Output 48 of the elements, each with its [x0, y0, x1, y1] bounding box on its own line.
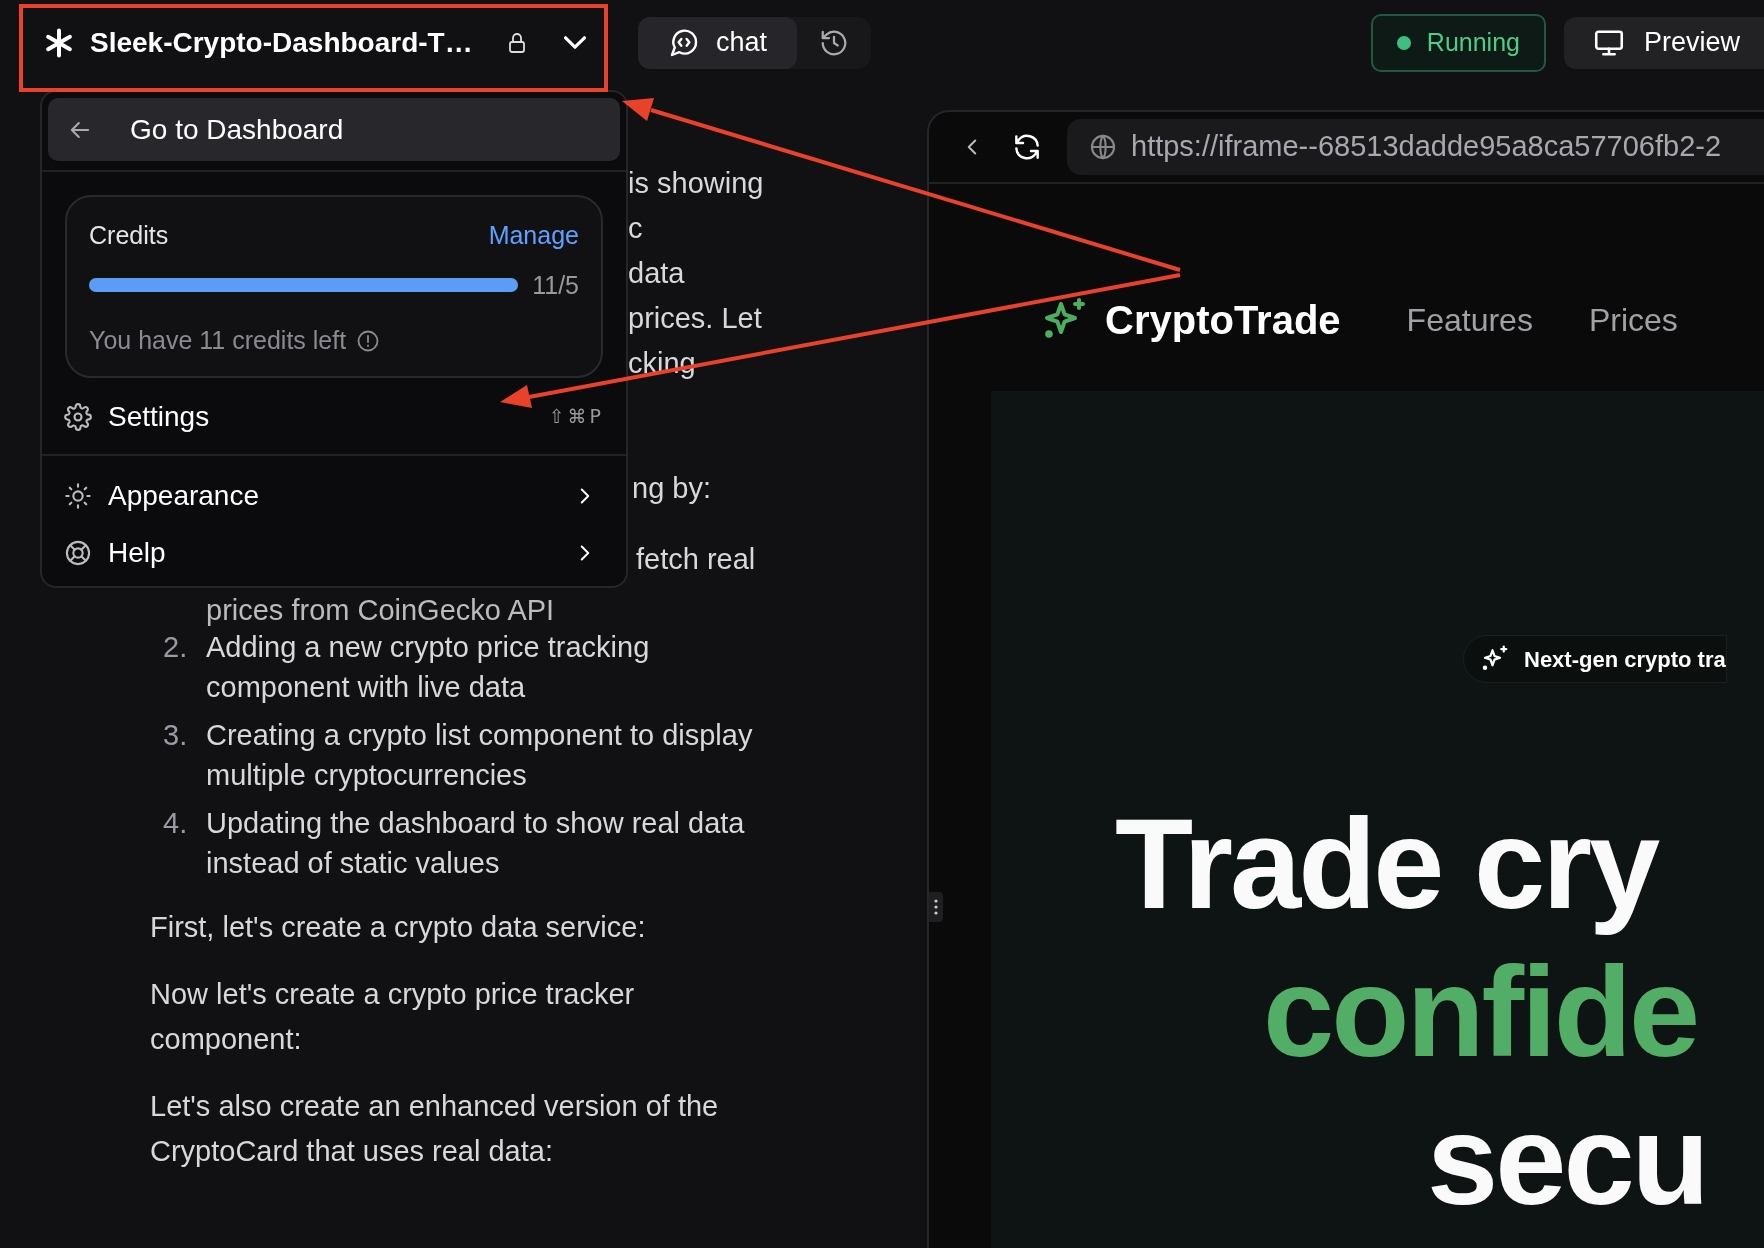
chat-tab[interactable]: chat — [638, 16, 798, 69]
hero-heading-line: confide — [1263, 939, 1698, 1085]
info-icon — [356, 328, 381, 353]
credits-label: Credits — [89, 220, 169, 251]
preview-button[interactable]: Preview — [1563, 16, 1764, 69]
list-item-text: prices from CoinGecko API — [206, 593, 555, 627]
asterisk-icon — [44, 27, 74, 58]
chevron-down-icon — [564, 36, 586, 49]
nav-link[interactable]: Prices — [1588, 296, 1678, 344]
project-title: Sleek-Crypto-Dashboard-T… — [90, 25, 473, 60]
menu-item[interactable]: Settings ⇧⌘P — [42, 393, 626, 440]
message-text: ng by: — [632, 471, 711, 506]
dots-icon — [934, 899, 938, 915]
sun-icon — [64, 482, 92, 510]
list-number: 2. — [163, 630, 189, 665]
message-text: Now let's create a crypto price tracker component: — [150, 977, 636, 1057]
menu-item[interactable]: Help — [42, 524, 626, 582]
message-text: is showing — [628, 166, 765, 201]
list-item-text: Adding a new crypto price tracking component with live data — [206, 630, 651, 705]
hero-heading-line: Trade cry — [1115, 791, 1658, 937]
gear-icon — [64, 402, 92, 431]
message-text: First, let's create a crypto data service: — [150, 910, 647, 945]
list-item-text: Creating a crypto list component to display multiple cryptocurrencies — [206, 718, 754, 793]
status-badge: Running — [1370, 13, 1546, 72]
url-field[interactable]: https://iframe--68513dadde95a8ca57706fb2-2 — [1067, 119, 1764, 175]
credits-note: You have 11 credits left — [89, 325, 347, 356]
list-number: 3. — [163, 718, 189, 753]
message-text: data — [628, 256, 686, 291]
globe-icon — [1089, 133, 1117, 161]
lifebuoy-icon — [64, 539, 92, 567]
project-menu-button[interactable]: Sleek-Crypto-Dashboard-T… — [20, 2, 606, 83]
list-item-text: fetch real — [636, 542, 756, 577]
hero-badge: Next-gen crypto tra — [1463, 635, 1727, 683]
hero-heading-line: secu — [1427, 1087, 1707, 1233]
list-item-text: Updating the dashboard to show real data instead of static values — [206, 806, 746, 881]
message-text: c — [628, 211, 644, 246]
menu-item[interactable]: Appearance — [42, 467, 626, 525]
credits-count: 11/5 — [532, 269, 579, 301]
go-to-dashboard-button[interactable]: Go to Dashboard — [48, 98, 620, 161]
list-number: 4. — [163, 806, 189, 841]
resize-handle[interactable] — [929, 892, 943, 922]
nav-link[interactable]: Features — [1406, 296, 1533, 344]
message-text: prices. Let — [628, 301, 763, 336]
shortcut-hint: ⇧⌘P — [548, 404, 604, 430]
site-logo-text: CryptoTrade — [1105, 297, 1341, 344]
message-text: Let's also create an enhanced version of the CryptoCard that uses real data: — [150, 1089, 720, 1169]
manage-link[interactable]: Manage — [488, 217, 579, 255]
chat-bubble-icon — [668, 26, 700, 59]
